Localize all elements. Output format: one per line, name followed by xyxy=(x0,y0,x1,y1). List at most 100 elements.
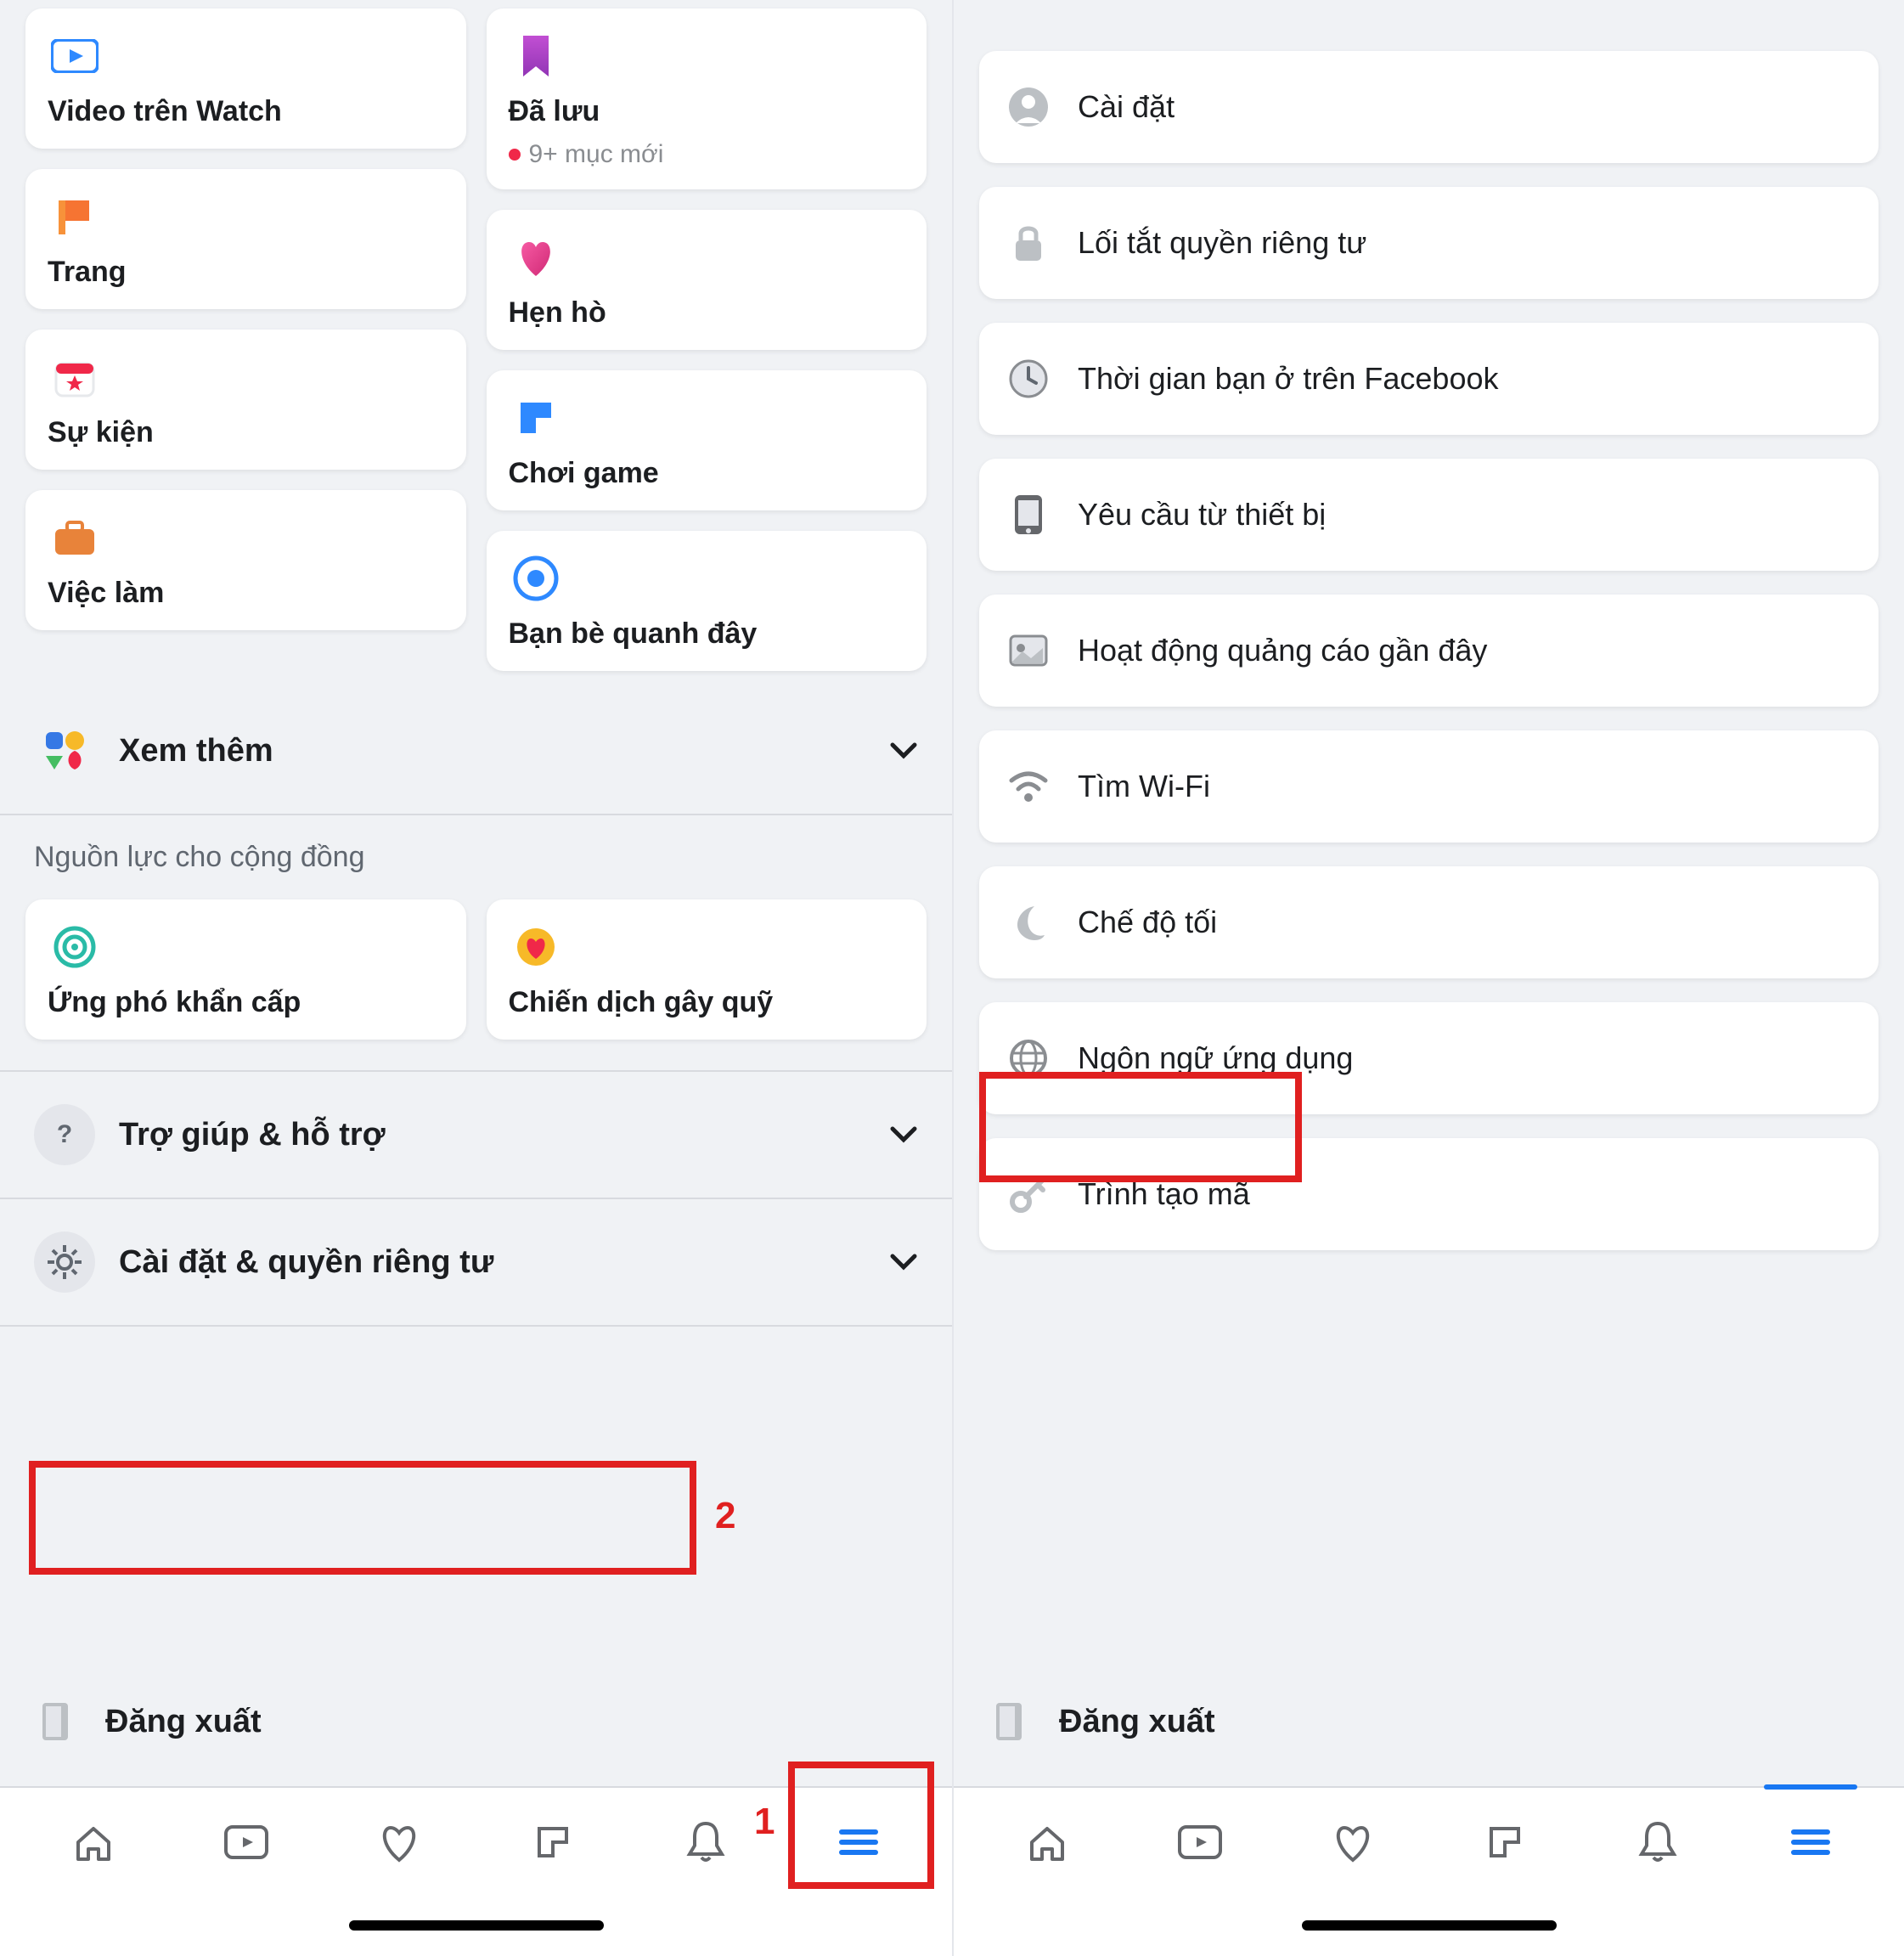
emergency-icon xyxy=(48,920,102,974)
card-nearby[interactable]: Bạn bè quanh đây xyxy=(487,531,927,671)
community-section-title: Nguồn lực cho cộng đồng xyxy=(25,815,927,899)
settings-privacy-row[interactable]: Cài đặt & quyền riêng tư xyxy=(25,1199,927,1325)
key-icon xyxy=(1005,1170,1052,1218)
chevron-down-icon xyxy=(889,741,918,760)
gear-icon xyxy=(34,1232,95,1293)
tab-menu[interactable] xyxy=(829,1812,888,1872)
user-icon xyxy=(1005,83,1052,131)
tab-notifications[interactable] xyxy=(1628,1812,1687,1872)
tab-menu[interactable] xyxy=(1781,1812,1840,1872)
content-right: Cài đặt Lối tắt quyền riêng tư Thời gian… xyxy=(954,0,1904,1657)
community-grid: Ứng phó khẩn cấp Chiến dịch gây quỹ xyxy=(25,899,927,1040)
item-privacy-shortcuts[interactable]: Lối tắt quyền riêng tư xyxy=(979,187,1879,299)
item-label: Ngôn ngữ ứng dụng xyxy=(1078,1040,1353,1076)
ads-icon xyxy=(1005,627,1052,674)
item-time-on-fb[interactable]: Thời gian bạn ở trên Facebook xyxy=(979,323,1879,435)
card-label: Chơi game xyxy=(509,457,905,490)
item-dark-mode[interactable]: Chế độ tối xyxy=(979,866,1879,978)
tab-home[interactable] xyxy=(64,1812,123,1872)
card-fundraiser[interactable]: Chiến dịch gây quỹ xyxy=(487,899,927,1040)
item-label: Tìm Wi-Fi xyxy=(1078,769,1210,804)
home-indicator xyxy=(0,1897,952,1956)
event-icon xyxy=(48,350,102,404)
tabbar xyxy=(0,1786,952,1897)
help-row[interactable]: ? Trợ giúp & hỗ trợ xyxy=(25,1072,927,1198)
card-dating[interactable]: Hẹn hò xyxy=(487,210,927,350)
item-label: Chế độ tối xyxy=(1078,905,1217,940)
settings-privacy-label: Cài đặt & quyền riêng tư xyxy=(119,1244,493,1281)
card-label: Sự kiện xyxy=(48,416,444,449)
tabbar xyxy=(954,1786,1904,1897)
card-label: Ứng phó khẩn cấp xyxy=(48,986,444,1019)
logout-row[interactable]: Đăng xuất xyxy=(0,1657,952,1786)
card-saved[interactable]: Đã lưu 9+ mục mới xyxy=(487,8,927,189)
item-label: Trình tạo mã xyxy=(1078,1176,1250,1212)
logout-icon xyxy=(34,1698,82,1745)
divider xyxy=(0,1325,952,1327)
tab-home[interactable] xyxy=(1017,1812,1077,1872)
card-label: Bạn bè quanh đây xyxy=(509,617,905,651)
home-indicator xyxy=(954,1897,1904,1956)
dating-icon xyxy=(509,230,563,285)
card-label: Chiến dịch gây quỹ xyxy=(509,986,905,1019)
item-code-generator[interactable]: Trình tạo mã xyxy=(979,1138,1879,1250)
tab-notifications[interactable] xyxy=(676,1812,735,1872)
item-label: Cài đặt xyxy=(1078,89,1175,125)
svg-text:?: ? xyxy=(57,1120,72,1148)
grid-col-b: Đã lưu 9+ mục mới Hẹn hò xyxy=(487,8,927,671)
item-ad-activity[interactable]: Hoạt động quảng cáo gần đây xyxy=(979,595,1879,707)
clock-icon xyxy=(1005,355,1052,403)
tab-watch[interactable] xyxy=(1170,1812,1230,1872)
watch-icon xyxy=(48,29,102,83)
help-label: Trợ giúp & hỗ trợ xyxy=(119,1117,386,1153)
see-more-label: Xem thêm xyxy=(119,733,273,769)
grid-col-a: Video trên Watch Trang Sự kiện xyxy=(25,8,466,630)
card-label: Hẹn hò xyxy=(509,296,905,330)
card-sublabel-text: 9+ mục mới xyxy=(529,140,664,169)
see-more-row[interactable]: Xem thêm xyxy=(25,688,927,814)
saved-icon xyxy=(509,29,563,83)
logout-icon xyxy=(988,1698,1035,1745)
item-label: Thời gian bạn ở trên Facebook xyxy=(1078,361,1499,397)
logout-row[interactable]: Đăng xuất xyxy=(954,1657,1904,1786)
card-events[interactable]: Sự kiện xyxy=(25,330,466,470)
card-gaming[interactable]: Chơi game xyxy=(487,370,927,510)
card-label: Đã lưu xyxy=(509,95,905,128)
tab-watch[interactable] xyxy=(217,1812,276,1872)
tab-gaming[interactable] xyxy=(523,1812,583,1872)
lock-icon xyxy=(1005,219,1052,267)
tab-dating[interactable] xyxy=(369,1812,429,1872)
tab-gaming[interactable] xyxy=(1475,1812,1535,1872)
logout-label: Đăng xuất xyxy=(1059,1704,1215,1740)
card-sublabel: 9+ mục mới xyxy=(509,140,905,169)
item-device-requests[interactable]: Yêu cầu từ thiết bị xyxy=(979,459,1879,571)
nearby-icon xyxy=(509,551,563,606)
chevron-down-icon xyxy=(889,1253,918,1271)
moon-icon xyxy=(1005,899,1052,946)
card-label: Việc làm xyxy=(48,577,444,610)
shortcut-grid: Video trên Watch Trang Sự kiện xyxy=(25,8,927,671)
phone-right: Cài đặt Lối tắt quyền riêng tư Thời gian… xyxy=(952,0,1904,1956)
card-emergency[interactable]: Ứng phó khẩn cấp xyxy=(25,899,466,1040)
item-settings[interactable]: Cài đặt xyxy=(979,51,1879,163)
apps-icon xyxy=(34,720,95,781)
item-language[interactable]: Ngôn ngữ ứng dụng xyxy=(979,1002,1879,1114)
card-watch[interactable]: Video trên Watch xyxy=(25,8,466,149)
chevron-down-icon xyxy=(889,1125,918,1144)
item-label: Yêu cầu từ thiết bị xyxy=(1078,497,1326,533)
new-dot-icon xyxy=(509,149,521,161)
job-icon xyxy=(48,510,102,565)
globe-icon xyxy=(1005,1034,1052,1082)
card-pages[interactable]: Trang xyxy=(25,169,466,309)
help-icon: ? xyxy=(34,1104,95,1165)
gaming-icon xyxy=(509,391,563,445)
item-find-wifi[interactable]: Tìm Wi-Fi xyxy=(979,730,1879,843)
fundraiser-icon xyxy=(509,920,563,974)
logout-label: Đăng xuất xyxy=(105,1704,262,1740)
flag-icon xyxy=(48,189,102,244)
tab-dating[interactable] xyxy=(1323,1812,1383,1872)
wifi-icon xyxy=(1005,763,1052,810)
card-jobs[interactable]: Việc làm xyxy=(25,490,466,630)
card-label: Video trên Watch xyxy=(48,95,444,128)
phone-left: Video trên Watch Trang Sự kiện xyxy=(0,0,952,1956)
